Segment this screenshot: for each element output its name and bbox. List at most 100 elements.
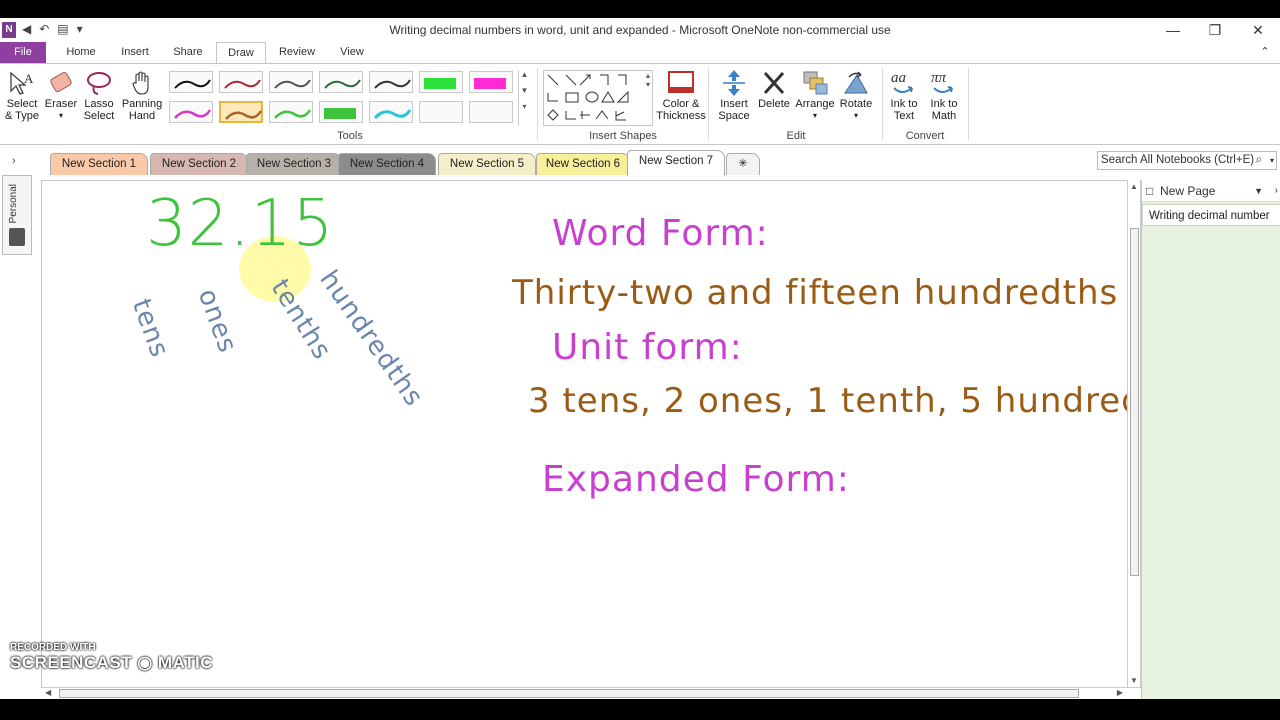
insert-space-icon — [712, 68, 756, 98]
arrange-button[interactable]: Arrange ▾ — [792, 68, 838, 122]
pen-swatch-6[interactable] — [169, 101, 213, 123]
pen-swatch-3[interactable] — [269, 71, 313, 93]
tab-view[interactable]: View — [330, 42, 374, 64]
highlighter-swatch-green[interactable] — [419, 71, 463, 93]
page-canvas[interactable]: 32.15 tens ones tenths hundredths Word F… — [41, 180, 1198, 687]
shapes-more-icon[interactable]: ▴ ▾ — [646, 71, 650, 89]
rotate-button[interactable]: Rotate ▾ — [834, 68, 878, 122]
convert-group-label: Convert — [905, 130, 945, 142]
eraser-dropdown-icon[interactable]: ▾ — [40, 110, 82, 122]
highlighter-swatch-green-2[interactable] — [319, 101, 363, 123]
svg-text:A: A — [24, 71, 34, 86]
svg-text:ππ: ππ — [931, 70, 947, 86]
section-tab-7-active[interactable]: New Section 7 — [627, 150, 725, 176]
tab-review[interactable]: Review — [274, 42, 320, 64]
new-section-tab[interactable]: ✳ — [726, 153, 760, 175]
highlighter-swatch-pink[interactable] — [469, 71, 513, 93]
separator — [968, 68, 969, 140]
vertical-scroll-thumb[interactable] — [1130, 228, 1139, 576]
new-page-icon: □ — [1146, 184, 1154, 198]
close-button[interactable]: ✕ — [1238, 20, 1278, 40]
gallery-down-icon[interactable]: ▼ — [519, 86, 530, 95]
section-tab-1[interactable]: New Section 1 — [50, 153, 148, 175]
horizontal-scroll-thumb[interactable] — [59, 689, 1079, 698]
arrange-icon — [792, 68, 838, 98]
tab-share[interactable]: Share — [166, 42, 210, 64]
window-title: Writing decimal numbers in word, unit an… — [389, 23, 891, 37]
search-scope-dropdown-icon[interactable]: ▾ — [1270, 152, 1274, 169]
shapes-gallery[interactable]: ▴ ▾ — [543, 70, 653, 126]
color-thickness-button[interactable]: Color & Thickness — [656, 68, 706, 122]
arrange-dropdown-icon[interactable]: ▾ — [792, 110, 838, 122]
notebook-strip[interactable]: Personal — [2, 175, 32, 255]
section-tab-2[interactable]: New Section 2 — [150, 153, 248, 175]
restore-button[interactable]: ❐ — [1195, 20, 1235, 40]
pen-swatch-cyan[interactable] — [369, 101, 413, 123]
pen-swatch-8[interactable] — [269, 101, 313, 123]
pen-swatch-empty-1[interactable] — [419, 101, 463, 123]
expand-navigation-icon[interactable]: › — [12, 155, 16, 167]
scroll-left-icon[interactable]: ◀ — [45, 688, 51, 697]
pen-swatch-4[interactable] — [319, 71, 363, 93]
select-type-button[interactable]: A Select & Type — [0, 68, 42, 122]
section-tab-6[interactable]: New Section 6 — [536, 153, 630, 175]
section-tab-4[interactable]: New Section 4 — [338, 153, 436, 175]
ink-to-text-button[interactable]: aa Ink to Text — [884, 68, 924, 122]
rotate-dropdown-icon[interactable]: ▾ — [834, 110, 878, 122]
scroll-right-icon[interactable]: ▶ — [1117, 688, 1123, 697]
lasso-select-button[interactable]: Lasso Select — [78, 68, 120, 122]
eraser-button[interactable]: Eraser ▾ — [40, 68, 82, 122]
bottom-black-bar — [0, 699, 1280, 720]
page-list-pane: □ New Page ▼ › Writing decimal number — [1141, 180, 1280, 700]
ink-label-tens[interactable]: tens — [126, 295, 175, 362]
page-item-selected[interactable]: Writing decimal number — [1142, 204, 1280, 226]
ink-to-math-button[interactable]: ππ Ink to Math — [924, 68, 964, 122]
minimize-button[interactable]: — — [1153, 20, 1193, 40]
tab-draw[interactable]: Draw — [216, 42, 266, 64]
tab-insert[interactable]: Insert — [112, 42, 158, 64]
select-cursor-icon: A — [0, 68, 42, 98]
delete-button[interactable]: Delete — [752, 68, 796, 110]
section-tab-5[interactable]: New Section 5 — [438, 153, 536, 175]
scroll-up-icon[interactable]: ▲ — [1130, 182, 1138, 191]
new-page-dropdown-icon[interactable]: ▼ — [1254, 180, 1263, 202]
ink-expanded-form-heading[interactable]: Expanded Form: — [542, 459, 850, 500]
pen-swatch-selected[interactable] — [219, 101, 263, 123]
insert-space-button[interactable]: Insert Space — [712, 68, 756, 122]
tab-file[interactable]: File — [0, 42, 46, 64]
ink-word-form-heading[interactable]: Word Form: — [552, 213, 769, 254]
search-icon[interactable]: ⌕ — [1256, 152, 1262, 169]
collapse-ribbon-icon[interactable]: ⌃ — [1254, 42, 1276, 64]
collapse-pages-icon[interactable]: › — [1275, 180, 1278, 202]
vertical-scrollbar[interactable]: ▲ ▼ — [1127, 180, 1141, 687]
new-page-button[interactable]: □ New Page ▼ › — [1142, 180, 1280, 202]
ink-number[interactable]: 32.15 — [146, 187, 334, 261]
pen-swatch-5[interactable] — [369, 71, 413, 93]
separator — [882, 68, 883, 140]
rotate-icon — [834, 68, 878, 98]
panning-hand-button[interactable]: Panning Hand — [120, 68, 164, 122]
gallery-up-icon[interactable]: ▲ — [519, 70, 530, 79]
pen-swatch-1[interactable] — [169, 71, 213, 93]
title-bar: N ◀ ↶ ▤ ▾ Writing decimal numbers in wor… — [0, 18, 1280, 42]
pen-swatch-2[interactable] — [219, 71, 263, 93]
scroll-down-icon[interactable]: ▼ — [1130, 676, 1138, 685]
gallery-more-icon[interactable]: ▾ — [519, 102, 530, 111]
ink-to-text-icon: aa — [884, 68, 924, 98]
ink-word-form-answer[interactable]: Thirty-two and fifteen hundredths — [512, 273, 1118, 313]
ink-unit-form-answer[interactable]: 3 tens, 2 ones, 1 tenth, 5 hundredths — [528, 381, 1199, 421]
tab-home[interactable]: Home — [58, 42, 104, 64]
separator — [537, 68, 538, 140]
screencast-watermark: RECORDED WITH SCREENCAST ◉ MATIC — [10, 642, 213, 672]
ink-label-ones[interactable]: ones — [192, 285, 243, 357]
ink-unit-form-heading[interactable]: Unit form: — [552, 327, 743, 368]
horizontal-scrollbar[interactable]: ◀ ▶ — [41, 687, 1141, 699]
pen-swatch-empty-2[interactable] — [469, 101, 513, 123]
ink-to-math-icon: ππ — [924, 68, 964, 98]
eraser-icon — [40, 68, 82, 98]
search-notebooks-input[interactable]: Search All Notebooks (Ctrl+E) ⌕ ▾ — [1097, 151, 1277, 170]
pen-gallery-scroll[interactable]: ▲ ▼ ▾ — [518, 70, 530, 126]
section-tab-3[interactable]: New Section 3 — [246, 153, 342, 175]
section-tabs-row: › New Section 1 New Section 2 New Sectio… — [0, 145, 1280, 178]
hand-icon — [120, 68, 164, 98]
